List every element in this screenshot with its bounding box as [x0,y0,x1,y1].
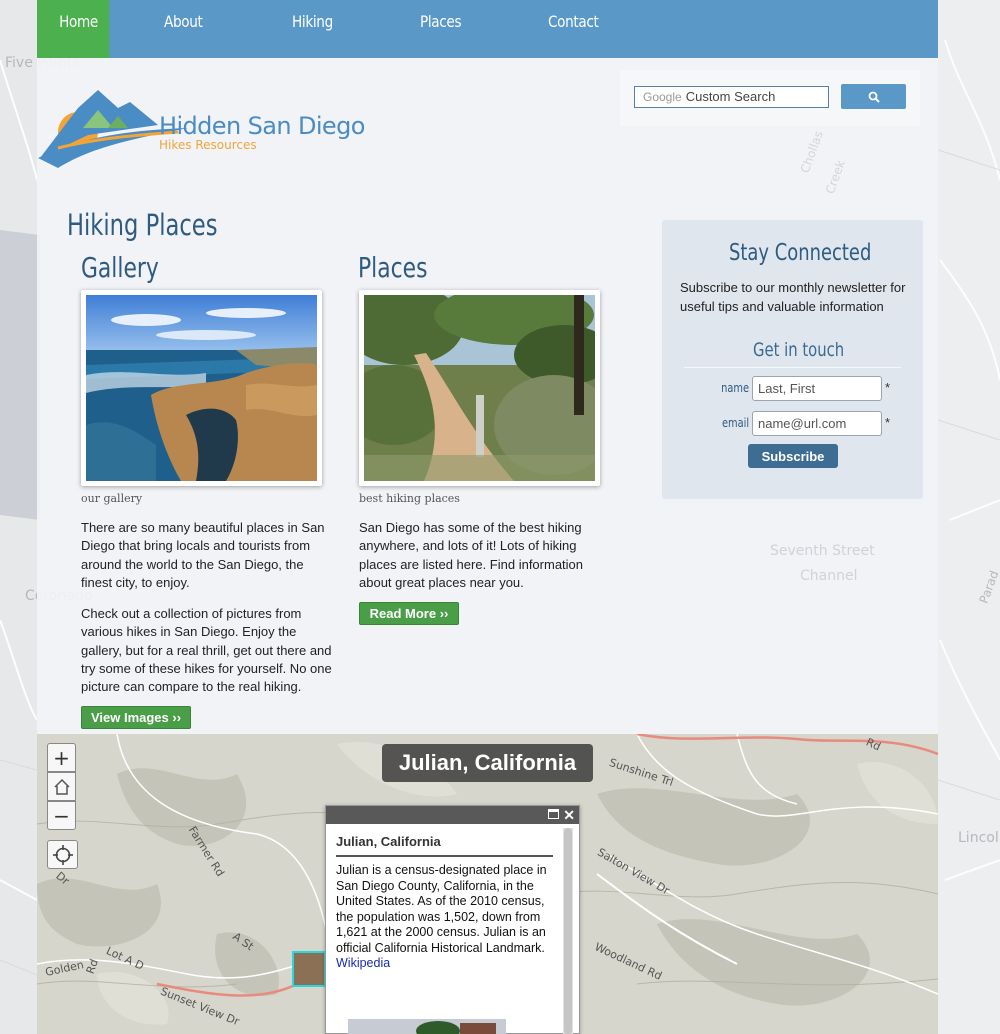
hiking-trail-image [364,295,595,481]
read-more-button[interactable]: Read More ›› [359,602,459,625]
email-label: email [721,416,749,430]
zoom-out-button[interactable]: − [47,801,76,830]
locate-button[interactable] [47,840,78,869]
popup-title-bar [326,806,579,824]
popup-text: Julian is a census-designated place in S… [336,863,547,955]
maximize-icon[interactable] [548,809,559,819]
info-popup: ✕ Julian, California Julian is a census-… [325,805,580,1034]
nav-item-home[interactable]: Home [37,0,110,58]
form-divider [684,367,901,368]
popup-title: Julian, California [336,834,553,857]
search-placeholder: Custom Search [685,89,776,104]
name-field[interactable]: Last, First [752,376,882,401]
map-label-lincoln: Lincol [958,830,999,846]
gallery-photo[interactable] [81,290,322,486]
gallery-caption: our gallery [81,492,143,505]
places-heading: Places [358,251,428,284]
home-extent-button[interactable] [47,772,76,801]
nav-item-contact[interactable]: Contact [548,0,657,58]
view-images-button[interactable]: View Images ›› [81,706,191,729]
locate-icon [52,844,73,865]
search-brand: Google [643,90,682,104]
places-photo[interactable] [359,290,600,486]
gallery-paragraph-2: Check out a collection of pictures from … [81,606,332,695]
subscribe-button[interactable]: Subscribe [748,444,838,468]
logo-subtitle: Hikes Resources [159,138,257,152]
popup-body: Julian is a census-designated place in S… [336,863,556,972]
map-label-channel: Channel [800,568,858,584]
nav-item-places[interactable]: Places [420,0,529,58]
search-button[interactable] [841,84,906,109]
places-caption: best hiking places [359,492,460,505]
popup-image [348,1019,506,1034]
logo-title: Hidden San Diego [159,112,365,140]
location-marker[interactable] [292,951,326,987]
page-title: Hiking Places [67,208,218,242]
popup-scrollbar[interactable] [563,828,573,1034]
name-label: name [721,381,749,395]
home-icon [53,778,70,795]
form-title: Get in touch [753,339,845,361]
top-navigation: Home About Hiking Places Contact [37,0,938,58]
name-required-mark: * [885,380,891,395]
map-title: Julian, California [382,744,593,782]
newsletter-title: Stay Connected [729,240,872,266]
close-icon[interactable]: ✕ [563,806,575,824]
zoom-in-button[interactable]: + [47,743,76,772]
nav-item-hiking[interactable]: Hiking [292,0,401,58]
email-field[interactable]: name@url.com [752,411,882,436]
coastal-rock-image [86,295,317,481]
search-input[interactable]: Google Custom Search [634,86,829,108]
places-paragraph: San Diego has some of the best hiking an… [359,520,584,590]
gallery-heading: Gallery [81,251,159,284]
search-icon [868,91,880,103]
wikipedia-link[interactable]: Wikipedia [336,956,390,970]
map-label-seventh-street: Seventh Street [770,543,875,559]
nav-item-about[interactable]: About [164,0,273,58]
newsletter-text: Subscribe to our monthly newsletter for … [680,280,906,314]
gallery-paragraph-1: There are so many beautiful places in Sa… [81,520,325,590]
email-required-mark: * [885,415,891,430]
